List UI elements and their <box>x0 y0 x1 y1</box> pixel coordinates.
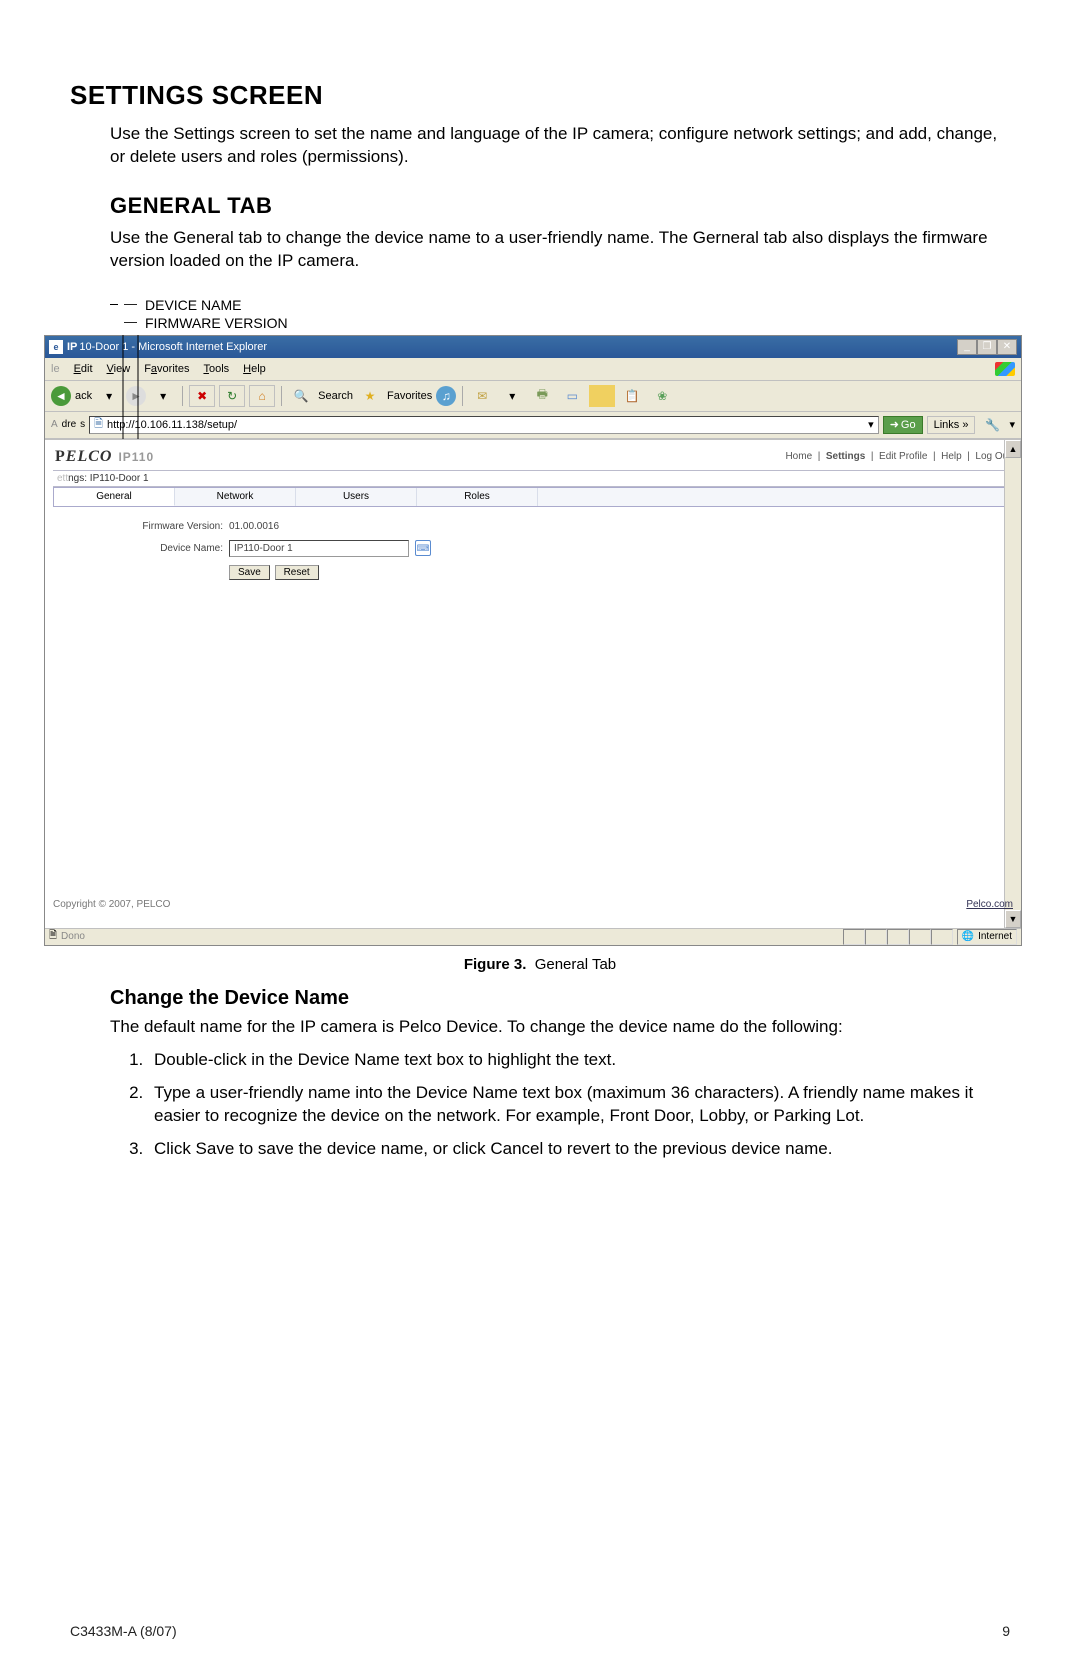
back-dropdown[interactable]: ▾ <box>96 385 122 407</box>
menu-bar: le Edit View Favorites Tools Help <box>45 358 1021 381</box>
discuss-button[interactable] <box>589 385 615 407</box>
step-3: Click Save to save the device name, or c… <box>148 1138 1010 1161</box>
page-footer: C3433M-A (8/07) 9 <box>70 1623 1010 1639</box>
media-button[interactable]: ♫ <box>436 386 456 406</box>
pelco-link[interactable]: Pelco.com <box>966 899 1013 910</box>
para-general-intro: Use the General tab to change the device… <box>70 227 1010 273</box>
close-button[interactable]: ✕ <box>997 339 1017 355</box>
heading-general-tab: GENERAL TAB <box>110 193 1010 219</box>
edit-button[interactable]: ▭ <box>559 385 585 407</box>
search-icon[interactable]: 🔍 <box>288 385 314 407</box>
ie-icon: e <box>49 340 63 354</box>
window-titlebar: e IP 10-Door 1 - Microsoft Internet Expl… <box>45 336 1021 358</box>
scroll-down-arrow[interactable]: ▼ <box>1005 910 1021 928</box>
menu-tools[interactable]: Tools <box>203 363 229 375</box>
toolbar-extra-icon[interactable]: 🔧 <box>979 414 1005 436</box>
figure-general-tab: e IP 10-Door 1 - Microsoft Internet Expl… <box>70 335 1010 973</box>
nav-edit-profile[interactable]: Edit Profile <box>879 451 927 462</box>
mail-dropdown[interactable]: ▾ <box>499 385 525 407</box>
step-1: Double-click in the Device Name text box… <box>148 1049 1010 1072</box>
windows-flag-icon <box>995 362 1015 376</box>
save-button[interactable]: Save <box>229 565 270 580</box>
status-zone: 🌐 Internet <box>957 929 1017 945</box>
links-button[interactable]: Links » <box>927 416 976 434</box>
menu-view[interactable]: View <box>107 363 131 375</box>
refresh-button[interactable]: ↻ <box>219 385 245 407</box>
heading-change-device-name: Change the Device Name <box>110 987 1010 1010</box>
step-2: Type a user-friendly name into the Devic… <box>148 1082 1010 1128</box>
pelco-model: IP110 <box>118 450 154 464</box>
favorites-icon[interactable]: ★ <box>357 385 383 407</box>
nav-home[interactable]: Home <box>785 451 812 462</box>
back-button[interactable]: ◄ <box>51 386 71 406</box>
tab-roles[interactable]: Roles <box>417 488 538 506</box>
restore-button[interactable]: ❐ <box>977 339 997 355</box>
reset-button[interactable]: Reset <box>275 565 319 580</box>
window-title-prefix: IP <box>67 341 77 353</box>
internet-zone-icon: 🌐 <box>962 931 974 942</box>
window-title: 10-Door 1 - Microsoft Internet Explorer <box>79 341 267 353</box>
scroll-up-arrow[interactable]: ▲ <box>1005 440 1021 458</box>
device-name-input[interactable]: IP110-Door 1 <box>229 540 409 557</box>
status-page-icon: 🗎 <box>49 928 57 945</box>
pelco-logo: PPELCOELCO <box>55 448 112 466</box>
go-arrow-icon: ➜ <box>890 418 899 431</box>
search-label[interactable]: Search <box>318 390 353 402</box>
address-dropdown[interactable]: ▾ <box>868 418 874 431</box>
history-button[interactable]: ✉ <box>469 385 495 407</box>
status-done: Dono <box>61 931 85 942</box>
figure-caption: Figure 3. General Tab <box>70 956 1010 973</box>
address-input[interactable]: 🗎 http://10.106.11.138/setup/ ▾ <box>89 416 879 434</box>
onscreen-keyboard-icon[interactable]: ⌨ <box>415 540 431 556</box>
page-icon: 🗎 <box>94 415 103 434</box>
menu-favorites[interactable]: Favorites <box>144 363 189 375</box>
change-device-steps: Double-click in the Device Name text box… <box>70 1049 1010 1161</box>
minimize-button[interactable]: _ <box>957 339 977 355</box>
ie-toolbar: ◄ ack ▾ ► ▾ ✖ ↻ ⌂ 🔍 Search ★ Favorites ♫… <box>45 381 1021 412</box>
tab-users[interactable]: Users <box>296 488 417 506</box>
address-label: dre <box>62 419 76 430</box>
footer-doc-id: C3433M-A (8/07) <box>70 1623 177 1639</box>
print-button[interactable]: 🖶 <box>529 385 555 407</box>
para-change-device-intro: The default name for the IP camera is Pe… <box>70 1016 1010 1039</box>
callout-device-name: DEVICE NAME <box>145 297 241 313</box>
para-settings-intro: Use the Settings screen to set the name … <box>70 123 1010 169</box>
general-tab-form: Firmware Version: 01.00.0016 Device Name… <box>53 507 1013 594</box>
firmware-version-value: 01.00.0016 <box>229 521 279 532</box>
pelco-top-nav: Home | Settings | Edit Profile | Help | … <box>785 451 1011 462</box>
back-label[interactable]: ack <box>75 390 92 402</box>
page-content: ▲ ▼ PPELCOELCO IP110 Home | Settings | E… <box>45 439 1021 928</box>
firmware-version-label: Firmware Version: <box>73 521 223 532</box>
device-name-label: Device Name: <box>73 543 223 554</box>
nav-help[interactable]: Help <box>941 451 962 462</box>
tab-general[interactable]: General <box>54 488 175 506</box>
pelco-copyright: Copyright © 2007, PELCO <box>53 899 170 910</box>
forward-button[interactable]: ► <box>126 386 146 406</box>
ie-status-bar: 🗎 Dono 🌐 Internet <box>45 928 1021 945</box>
research-button[interactable]: 📋 <box>619 385 645 407</box>
go-button[interactable]: ➜ Go <box>883 416 923 434</box>
nav-settings[interactable]: Settings <box>826 451 865 462</box>
messenger-button[interactable]: ❀ <box>649 385 675 407</box>
home-button[interactable]: ⌂ <box>249 385 275 407</box>
menu-help[interactable]: Help <box>243 363 266 375</box>
stop-button[interactable]: ✖ <box>189 385 215 407</box>
menu-edit[interactable]: Edit <box>74 363 93 375</box>
favorites-label[interactable]: Favorites <box>387 390 432 402</box>
forward-dropdown[interactable]: ▾ <box>150 385 176 407</box>
settings-banner: ettngs: IP110-Door 1 <box>53 470 1013 487</box>
tab-network[interactable]: Network <box>175 488 296 506</box>
vertical-scrollbar[interactable]: ▲ ▼ <box>1004 440 1021 928</box>
callout-firmware-version: FIRMWARE VERSION <box>145 315 288 331</box>
toolbar-extra-dropdown[interactable]: ▾ <box>1009 418 1015 431</box>
heading-settings-screen: SETTINGS SCREEN <box>70 80 1010 111</box>
figure-callout-labels: — DEVICE NAME — FIRMWARE VERSION <box>110 297 1010 331</box>
settings-tabs: General Network Users Roles <box>53 487 1013 507</box>
address-url: http://10.106.11.138/setup/ <box>107 419 237 431</box>
address-bar: A dre s 🗎 http://10.106.11.138/setup/ ▾ … <box>45 412 1021 439</box>
footer-page-number: 9 <box>1002 1623 1010 1639</box>
